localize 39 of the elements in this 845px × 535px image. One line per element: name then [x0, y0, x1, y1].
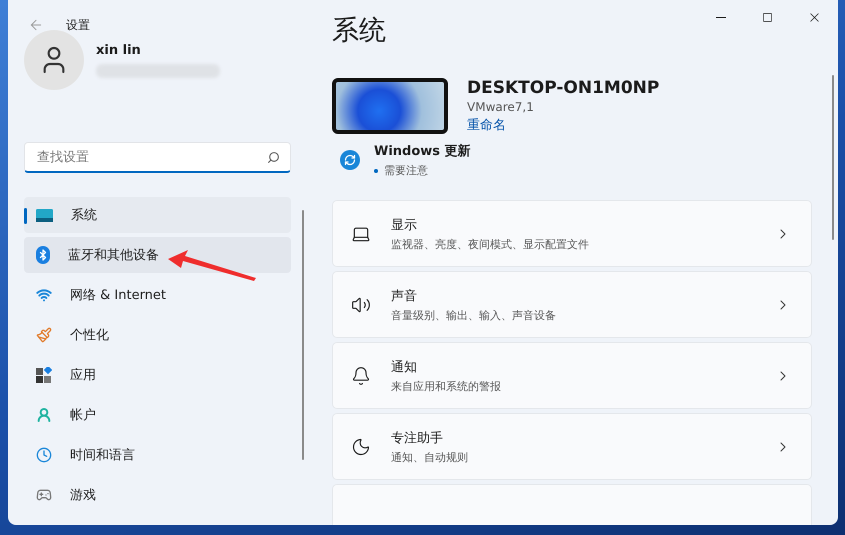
- minimize-icon: [716, 17, 726, 18]
- sidebar-item[interactable]: 个性化: [24, 317, 291, 353]
- bluetooth-icon: [36, 246, 50, 264]
- sidebar-item[interactable]: 应用: [24, 357, 291, 393]
- paintbrush-icon: [36, 327, 52, 343]
- settings-card[interactable]: 显示 监视器、亮度、夜间模式、显示配置文件: [332, 200, 812, 267]
- person-icon: [36, 407, 52, 423]
- sidebar-item[interactable]: 游戏: [24, 477, 291, 513]
- search-box[interactable]: 查找设置: [24, 142, 291, 173]
- device-model: VMware7,1: [467, 100, 535, 114]
- sidebar-item[interactable]: 系统: [24, 197, 291, 233]
- maximize-icon: [762, 12, 773, 23]
- search-icon[interactable]: [267, 150, 280, 164]
- gamepad-icon: [36, 487, 52, 503]
- back-icon[interactable]: [28, 17, 44, 33]
- sidebar-item[interactable]: 帐户: [24, 397, 291, 433]
- wifi-icon: [36, 287, 52, 303]
- search-input[interactable]: 查找设置: [35, 148, 267, 166]
- moon-icon: [351, 436, 371, 456]
- monitor-icon: [36, 208, 53, 222]
- rename-link[interactable]: 重命名: [467, 116, 660, 134]
- clock-icon: [36, 447, 52, 463]
- window-title: 设置: [66, 16, 90, 34]
- selection-indicator: [24, 208, 27, 224]
- bell-icon: [351, 366, 371, 386]
- page-title: 系统: [332, 14, 386, 48]
- device-name: DESKTOP-ON1M0NP: [467, 78, 660, 98]
- sidebar-item[interactable]: 时间和语言: [24, 437, 291, 473]
- sidebar-item[interactable]: 网络 & Internet: [24, 277, 291, 313]
- settings-card[interactable]: 专注助手 通知、自动规则: [332, 413, 812, 480]
- sidebar-item[interactable]: 蓝牙和其他设备: [24, 237, 291, 273]
- update-title[interactable]: Windows 更新: [374, 142, 471, 160]
- apps-icon: [36, 367, 52, 383]
- refresh-icon: [340, 150, 360, 170]
- update-status: 需要注意: [374, 163, 471, 178]
- user-name: xin lin: [96, 42, 142, 58]
- settings-card[interactable]: 声音 音量级别、输出、输入、声音设备: [332, 271, 812, 338]
- speaker-icon: [351, 294, 371, 314]
- settings-card[interactable]: 通知 来自应用和系统的警报: [332, 342, 812, 409]
